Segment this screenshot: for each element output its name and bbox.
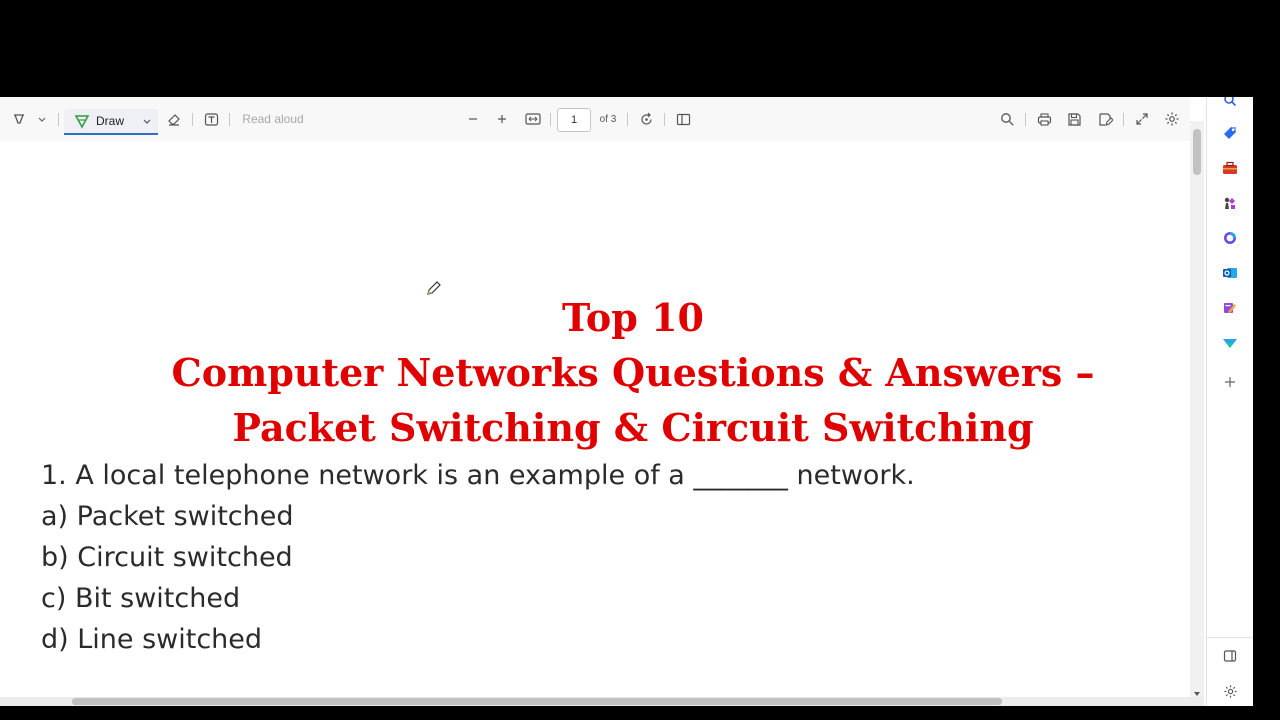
toolbar-divider [229, 113, 230, 126]
save-as-icon[interactable] [1094, 97, 1116, 141]
option-c: c) Bit switched [41, 583, 241, 614]
designer-icon[interactable] [1221, 299, 1239, 317]
title-line-3: Packet Switching & Circuit Switching [232, 405, 1034, 450]
horizontal-scroll-thumb[interactable] [72, 698, 1002, 705]
vertical-scrollbar[interactable] [1190, 121, 1204, 697]
settings-icon[interactable] [1161, 97, 1183, 141]
tag-icon[interactable] [1221, 124, 1239, 142]
zoom-out-icon[interactable] [463, 97, 483, 141]
toolbar-divider [627, 113, 628, 126]
option-d: d) Line switched [41, 624, 263, 655]
document-page: Top 10 Computer Networks Questions & Ans… [0, 141, 1190, 697]
option-b: b) Circuit switched [41, 542, 293, 573]
expand-icon[interactable] [1131, 97, 1153, 141]
page-number-input[interactable]: 1 [557, 108, 591, 132]
print-icon[interactable] [1033, 97, 1055, 141]
title-line-2: Computer Networks Questions & Answers – [171, 350, 1095, 395]
pdf-toolbar: Draw Read aloud 1 of 3 [0, 97, 1190, 142]
search-icon[interactable] [1221, 97, 1239, 109]
chevron-down-icon[interactable] [32, 97, 52, 141]
outlook-icon[interactable] [1221, 264, 1239, 282]
drop-icon[interactable] [1221, 334, 1239, 352]
search-icon[interactable] [996, 97, 1018, 141]
highlight-icon[interactable] [8, 97, 30, 141]
pen-tip-icon [74, 113, 90, 129]
fit-width-icon[interactable] [522, 97, 544, 141]
add-icon[interactable] [1221, 373, 1239, 391]
toolbar-divider [192, 113, 193, 126]
vertical-scroll-thumb[interactable] [1193, 129, 1201, 175]
question-text: 1. A local telephone network is an examp… [41, 460, 915, 491]
toolbar-divider [664, 113, 665, 126]
pdf-viewer: Draw Read aloud 1 of 3 Top 10 Computer N… [0, 97, 1253, 706]
toolbar-divider [58, 113, 59, 126]
toolbar-divider [550, 113, 551, 126]
read-aloud-button[interactable]: Read aloud [240, 97, 306, 141]
text-box-icon[interactable] [200, 97, 222, 141]
rotate-icon[interactable] [635, 97, 657, 141]
sidebar-toggle-icon[interactable] [1221, 647, 1239, 665]
title-line-1: Top 10 [562, 295, 704, 340]
draw-label: Draw [96, 114, 125, 128]
toolbar-divider [1123, 113, 1124, 126]
option-a: a) Packet switched [41, 501, 294, 532]
copilot-icon[interactable] [1221, 229, 1239, 247]
horizontal-scrollbar[interactable] [0, 697, 1204, 706]
zoom-in-icon[interactable] [492, 97, 512, 141]
chevron-down-icon[interactable] [142, 116, 152, 126]
page-view-icon[interactable] [672, 97, 694, 141]
page-total: of 3 [599, 113, 617, 125]
chess-icon[interactable] [1221, 194, 1239, 212]
settings-icon[interactable] [1221, 682, 1239, 700]
toolbar-divider [1025, 113, 1026, 126]
sidebar-divider [1207, 637, 1253, 638]
toolbox-icon[interactable] [1221, 159, 1239, 177]
draw-button[interactable]: Draw [64, 109, 158, 135]
save-icon[interactable] [1063, 97, 1085, 141]
eraser-icon[interactable] [163, 97, 185, 141]
edge-sidebar [1206, 97, 1253, 706]
